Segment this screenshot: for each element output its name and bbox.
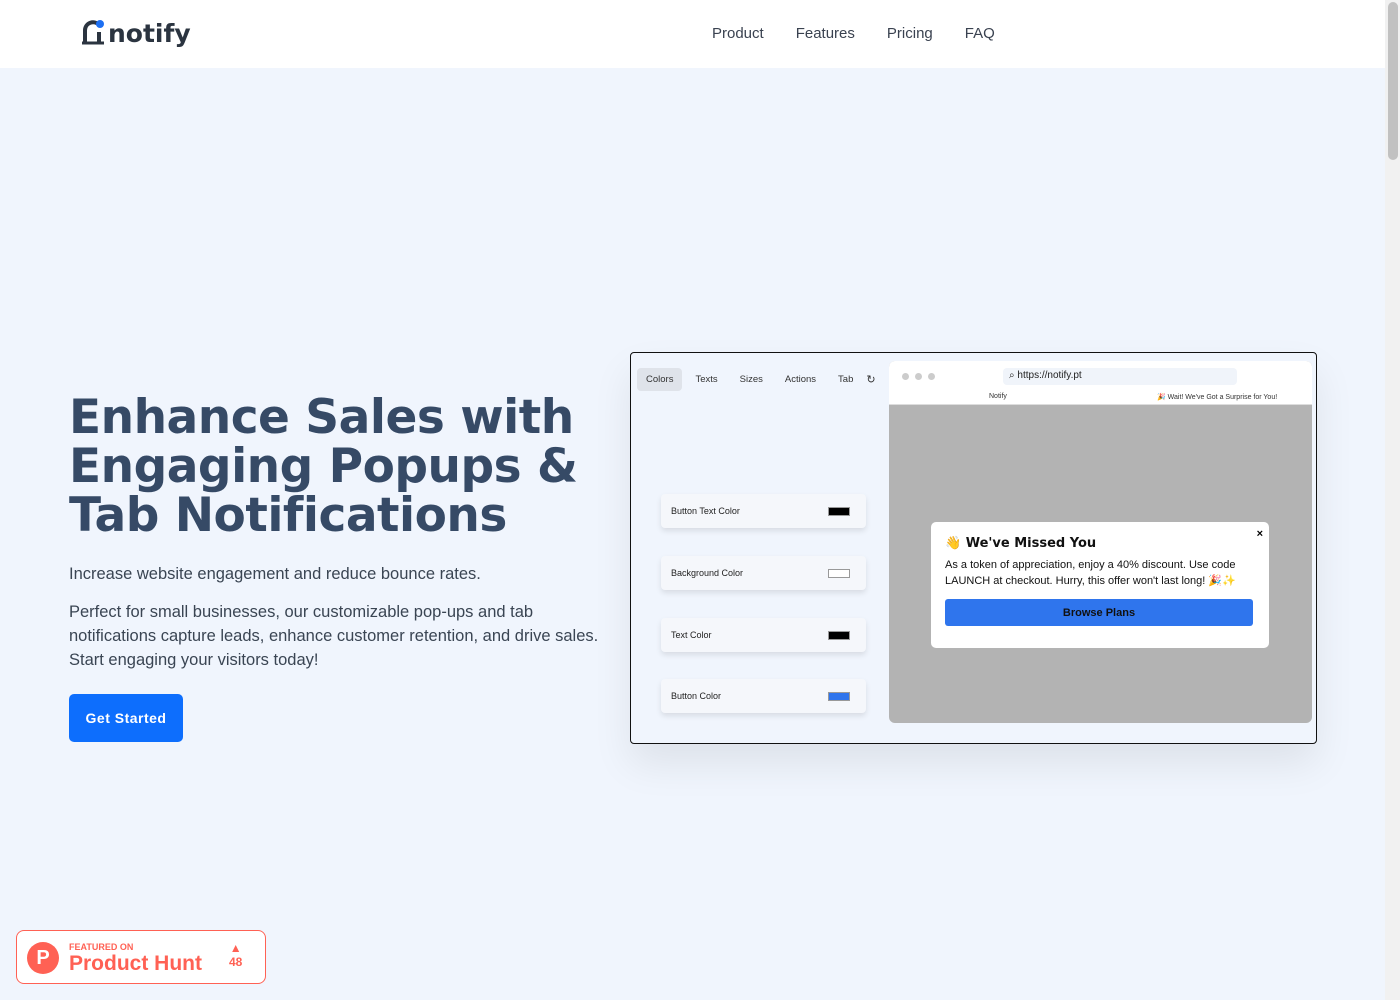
setting-text-color[interactable]: Text Color <box>661 618 866 652</box>
close-icon[interactable]: × <box>1257 528 1263 540</box>
product-hunt-badge[interactable]: P FEATURED ON Product Hunt ▲ 48 <box>16 930 266 984</box>
window-dot <box>902 373 909 380</box>
get-started-button[interactable]: Get Started <box>69 694 183 742</box>
tab-texts[interactable]: Texts <box>686 368 726 391</box>
tab-sizes[interactable]: Sizes <box>731 368 772 391</box>
vote-count: 48 <box>229 955 243 969</box>
nav-link-pricing[interactable]: Pricing <box>887 25 933 42</box>
tab-actions[interactable]: Actions <box>776 368 825 391</box>
setting-label: Background Color <box>671 568 744 578</box>
upvote-icon: ▲ <box>229 941 242 955</box>
url-text: https://notify.pt <box>1017 370 1082 381</box>
hero-title: Enhance Sales with Engaging Popups & Tab… <box>69 390 578 543</box>
logo[interactable]: notify <box>80 18 191 48</box>
color-swatch[interactable] <box>828 692 850 701</box>
url-bar: ⌕ https://notify.pt <box>1003 368 1237 385</box>
nav-link-features[interactable]: Features <box>796 25 855 42</box>
tab-tab[interactable]: Tab <box>829 368 862 391</box>
setting-button-text-color[interactable]: Button Text Color <box>661 494 866 528</box>
product-hunt-name: Product Hunt <box>69 952 202 975</box>
setting-background-color[interactable]: Background Color <box>661 556 866 590</box>
demo-preview: Colors Texts Sizes Actions Tab ↻ Button … <box>630 352 1317 744</box>
browser-tab: Notify <box>989 393 1007 400</box>
product-hunt-logo: P <box>27 942 59 974</box>
scrollbar[interactable] <box>1385 0 1400 1000</box>
popup-preview: × 👋 We've Missed You As a token of appre… <box>931 522 1269 648</box>
hero-description: Perfect for small businesses, our custom… <box>69 603 599 669</box>
setting-label: Button Color <box>671 691 722 701</box>
window-dot <box>928 373 935 380</box>
color-swatch[interactable] <box>828 507 850 516</box>
window-dot <box>915 373 922 380</box>
popup-title: 👋 We've Missed You <box>945 536 1097 551</box>
browser-mockup: ⌕ https://notify.pt Notify 🎉 Wait! We've… <box>889 361 1312 723</box>
refresh-icon[interactable]: ↻ <box>866 373 875 386</box>
nav-link-product[interactable]: Product <box>712 25 764 42</box>
tab-colors[interactable]: Colors <box>637 368 683 391</box>
setting-label: Button Text Color <box>671 506 740 516</box>
navbar: notify Product Features Pricing FAQ <box>0 0 1385 68</box>
scrollbar-thumb[interactable] <box>1388 2 1398 160</box>
featured-label: FEATURED ON <box>69 942 134 952</box>
popup-text: As a token of appreciation, enjoy a 40% … <box>945 559 1236 587</box>
browse-plans-button[interactable]: Browse Plans <box>945 599 1253 626</box>
hero-subtitle: Increase website engagement and reduce b… <box>69 565 481 583</box>
setting-button-color[interactable]: Button Color <box>661 679 866 713</box>
nav-link-faq[interactable]: FAQ <box>965 25 995 42</box>
color-swatch[interactable] <box>828 569 850 578</box>
bell-icon <box>82 20 104 45</box>
setting-label: Text Color <box>671 630 712 640</box>
color-swatch[interactable] <box>828 631 850 640</box>
logo-text: notify <box>108 18 191 48</box>
browser-tab: 🎉 Wait! We've Got a Surprise for You! <box>1157 394 1278 401</box>
